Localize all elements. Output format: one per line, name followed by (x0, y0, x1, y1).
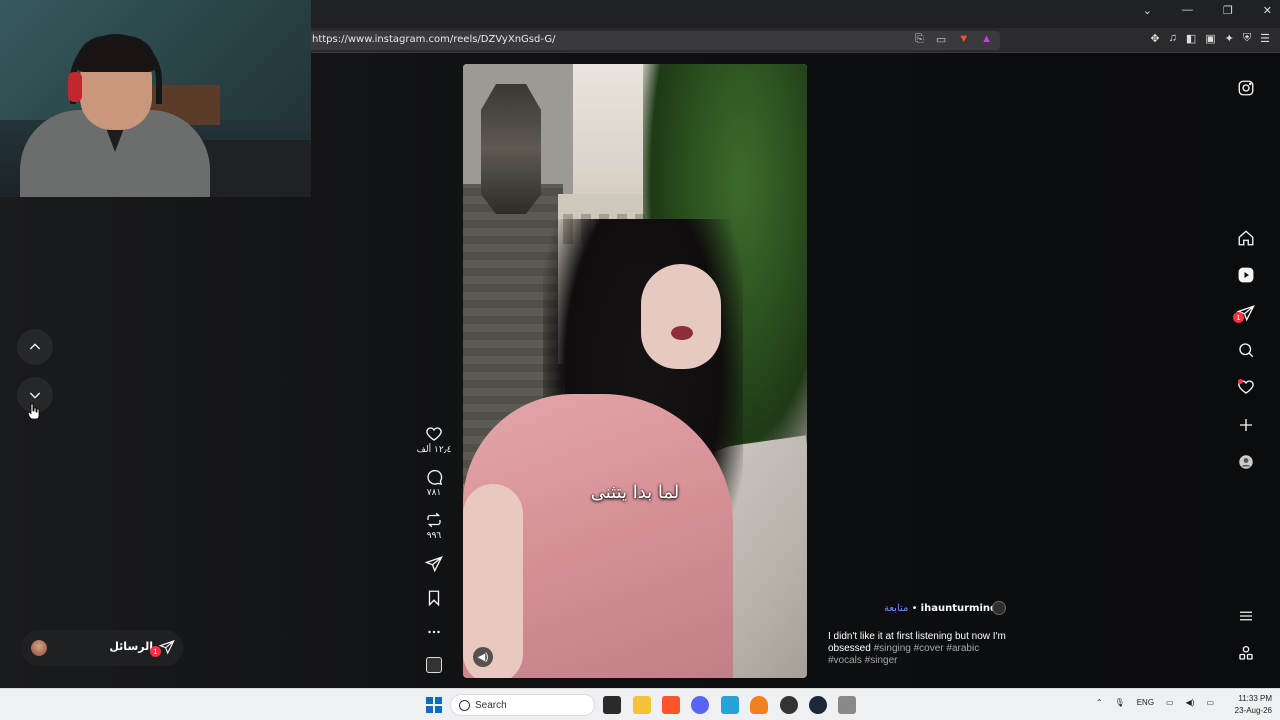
save-button[interactable] (414, 589, 454, 607)
microphone-icon[interactable]: 🎙 (1115, 698, 1125, 707)
reels-icon[interactable] (1236, 265, 1256, 285)
search-icon (459, 700, 470, 711)
bookmark-icon (428, 590, 440, 607)
reel-video[interactable]: لما بدا يتثنى ◀) (463, 64, 807, 678)
direct-messages-icon[interactable]: 1 (1233, 303, 1256, 323)
author-username[interactable]: ihaunturmind (921, 603, 998, 614)
extensions-icon[interactable]: ✥ (1150, 32, 1159, 45)
windows-taskbar: Search ⌃ 🎙 ENG ▭ ◀) ▭ 11:33 PM 23-Aug-26 (0, 688, 1280, 720)
steam-icon[interactable] (809, 696, 827, 714)
repost-count: ٩٩٦ (426, 531, 442, 541)
create-icon[interactable] (1236, 415, 1256, 435)
clock[interactable]: 11:33 PM 23-Aug-26 (1235, 693, 1272, 717)
profile-icon[interactable] (1236, 452, 1256, 472)
speaker-icon: ◀) (477, 651, 489, 663)
address-bar[interactable]: https://www.instagram.com/reels/DZVyXnGs… (300, 31, 1000, 50)
chevron-up-icon (29, 343, 41, 350)
language-indicator[interactable]: ENG (1137, 698, 1154, 707)
post-description: I didn't like it at first listening but … (828, 631, 1008, 667)
like-count: ١٢٫٤ ألف (416, 445, 452, 455)
more-icon (428, 630, 440, 634)
comment-count: ٧٨١ (426, 488, 442, 498)
author-separator: • (911, 603, 918, 614)
tab-search-button[interactable]: ⌄ (1143, 4, 1152, 17)
messages-label: الرسائل (109, 640, 153, 653)
home-icon[interactable] (1236, 228, 1256, 248)
follow-button[interactable]: متابعة (884, 603, 908, 614)
battery-icon[interactable]: ▭ (1206, 698, 1214, 707)
like-button[interactable]: ١٢٫٤ ألف (414, 425, 454, 455)
network-icon[interactable]: ▭ (1166, 698, 1174, 707)
notification-dot (1238, 379, 1243, 384)
taskbar-search[interactable]: Search (450, 694, 595, 716)
cast-icon[interactable]: ▭ (936, 33, 946, 46)
brave-rewards-icon[interactable]: ▲ (981, 33, 992, 46)
rail-messages-badge: 1 (1233, 312, 1244, 323)
clock-date: 23-Aug-26 (1234, 706, 1272, 715)
send-icon (425, 556, 443, 573)
windows-start-icon[interactable] (426, 697, 442, 713)
notifications-heart-icon[interactable] (1236, 377, 1256, 397)
also-from-meta-icon[interactable] (1236, 643, 1256, 663)
menu-icon[interactable]: ☰ (1260, 32, 1270, 45)
obs-icon[interactable] (780, 696, 798, 714)
notepad-icon[interactable] (721, 696, 739, 714)
webcam-overlay (0, 0, 311, 197)
taskbar-search-placeholder: Search (475, 700, 507, 711)
author-avatar[interactable] (992, 601, 1006, 615)
hand-cursor-icon (28, 403, 40, 419)
file-explorer-icon[interactable] (633, 696, 651, 714)
vpn-icon[interactable]: ⛨ (1243, 32, 1251, 45)
messages-pill[interactable]: الرسائل 1 (21, 630, 183, 666)
media-icon[interactable]: ♫ (1169, 32, 1177, 45)
translate-icon[interactable]: ⎘ (915, 33, 924, 46)
video-caption-overlay: لما بدا يتثنى (590, 482, 680, 503)
chevron-down-icon (29, 392, 41, 399)
comment-button[interactable]: ٧٨١ (414, 468, 454, 498)
discord-icon[interactable] (691, 696, 709, 714)
brave-shields-icon[interactable]: ▼ (958, 33, 969, 46)
brave-browser-icon[interactable] (662, 696, 680, 714)
mute-button[interactable]: ◀) (473, 647, 493, 667)
cloud-app-icon[interactable] (750, 696, 768, 714)
instagram-logo-icon[interactable] (1236, 78, 1256, 98)
app-icon[interactable] (838, 696, 856, 714)
repost-icon (427, 512, 441, 528)
lantern-image (481, 84, 541, 214)
tray-overflow-icon[interactable]: ⌃ (1096, 698, 1103, 707)
send-icon (158, 639, 175, 655)
more-menu-icon[interactable] (1236, 606, 1256, 626)
minimize-button[interactable]: — (1182, 4, 1193, 17)
comment-icon (427, 469, 443, 486)
wallet-icon[interactable]: ▣ (1205, 32, 1215, 45)
search-icon[interactable] (1236, 340, 1256, 360)
avatar (31, 640, 47, 656)
audio-thumbnail[interactable] (426, 657, 442, 673)
leo-ai-icon[interactable]: ✦ (1225, 32, 1234, 45)
maximize-button[interactable]: ❐ (1223, 4, 1233, 17)
more-options-button[interactable] (414, 623, 454, 641)
task-view-icon[interactable] (603, 696, 621, 714)
volume-icon[interactable]: ◀) (1186, 698, 1195, 707)
heart-icon (426, 427, 442, 441)
previous-reel-button[interactable] (17, 329, 53, 365)
clock-time: 11:33 PM (1238, 694, 1272, 703)
close-button[interactable]: ✕ (1263, 4, 1272, 17)
window-controls: ⌄ — ❐ ✕ (1143, 4, 1272, 17)
post-author: متابعة • ihaunturmind (884, 603, 997, 614)
share-button[interactable] (414, 555, 454, 573)
repost-button[interactable]: ٩٩٦ (414, 511, 454, 541)
address-text[interactable]: https://www.instagram.com/reels/DZVyXnGs… (312, 34, 555, 45)
sidebar-icon[interactable]: ◧ (1186, 32, 1196, 45)
